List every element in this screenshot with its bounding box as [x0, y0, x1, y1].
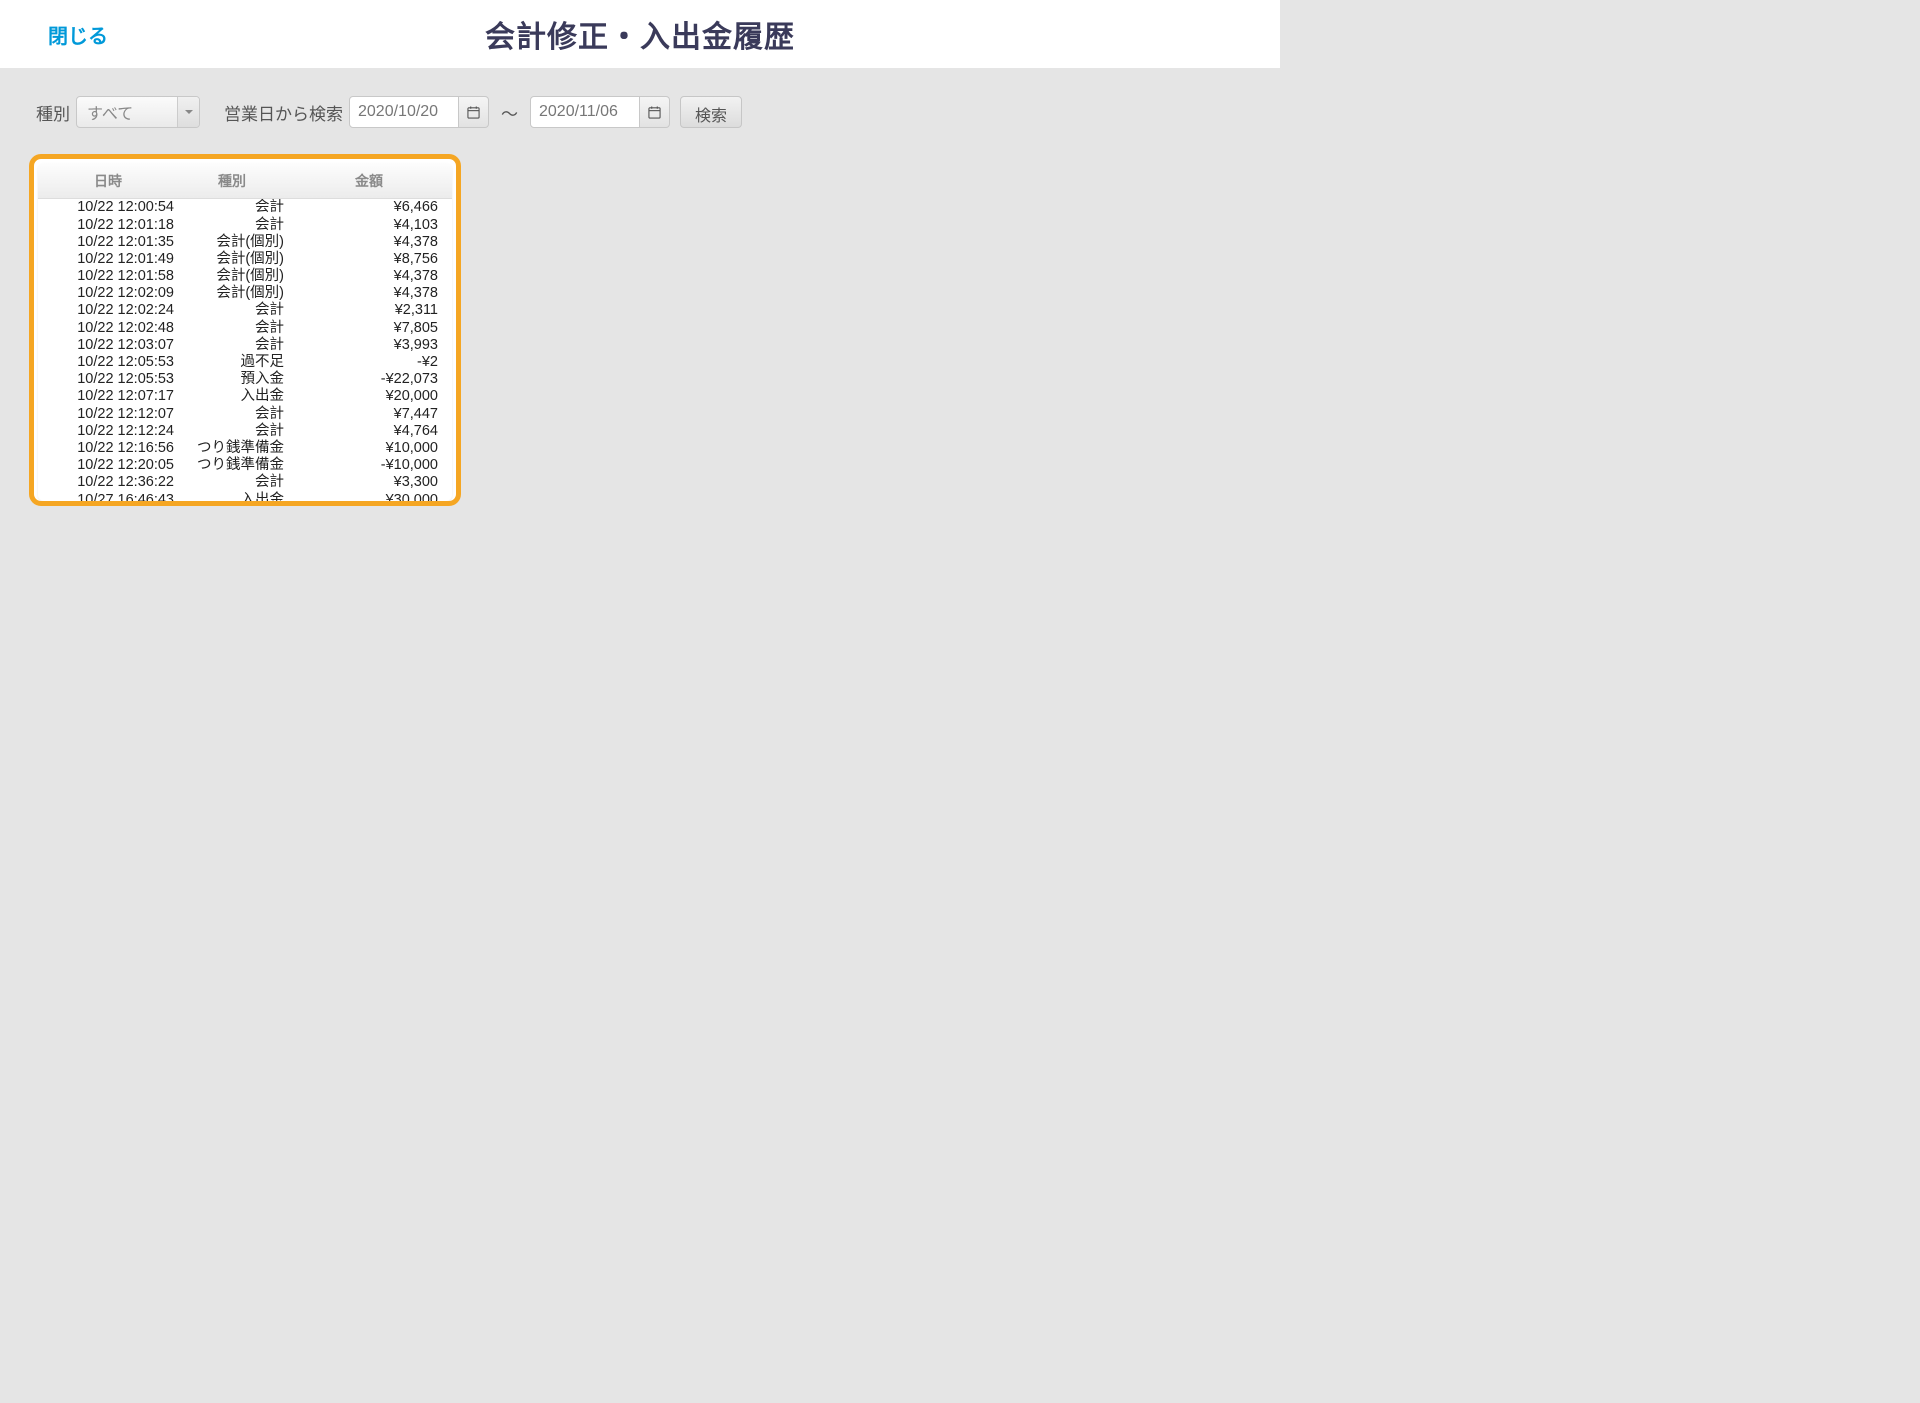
header-type: 種別: [178, 171, 286, 191]
cell-type: 会計(個別): [178, 235, 290, 250]
cell-amount: -¥10,000: [290, 458, 452, 473]
cell-amount: ¥4,764: [290, 424, 452, 439]
cell-type: つり銭準備金: [178, 441, 290, 456]
cell-amount: ¥30,000: [290, 493, 452, 501]
date-from-picker-button[interactable]: [459, 96, 489, 128]
cell-amount: ¥6,466: [290, 200, 452, 215]
table-row[interactable]: 10/22 12:03:07会計¥3,993: [38, 337, 452, 354]
highlighted-table-panel: 日時 種別 金額 10/22 12:00:54会計¥6,46610/22 12:…: [29, 154, 461, 506]
table-row[interactable]: 10/22 12:02:09会計(個別)¥4,378: [38, 285, 452, 302]
cell-type: 入出金: [178, 493, 290, 501]
cell-type: 会計: [178, 321, 290, 336]
cell-amount: ¥4,103: [290, 218, 452, 233]
date-search-label: 営業日から検索: [224, 100, 343, 125]
cell-datetime: 10/27 16:46:43: [38, 493, 178, 501]
table-row[interactable]: 10/22 12:00:54会計¥6,466: [38, 199, 452, 216]
type-select[interactable]: すべて: [76, 96, 200, 128]
cell-amount: ¥10,000: [290, 441, 452, 456]
table-row[interactable]: 10/27 16:46:43入出金¥30,000: [38, 491, 452, 501]
cell-datetime: 10/22 12:05:53: [38, 372, 178, 387]
cell-datetime: 10/22 12:00:54: [38, 200, 178, 215]
table-row[interactable]: 10/22 12:05:53預入金-¥22,073: [38, 371, 452, 388]
cell-datetime: 10/22 12:01:35: [38, 235, 178, 250]
cell-type: 入出金: [178, 389, 290, 404]
table-row[interactable]: 10/22 12:16:56つり銭準備金¥10,000: [38, 440, 452, 457]
cell-type: 会計(個別): [178, 269, 290, 284]
page-title: 会計修正・入出金履歴: [12, 12, 1268, 56]
cell-type: 会計: [178, 338, 290, 353]
cell-datetime: 10/22 12:20:05: [38, 458, 178, 473]
date-to-group: 2020/11/06: [530, 96, 670, 128]
cell-amount: ¥4,378: [290, 235, 452, 250]
cell-type: つり銭準備金: [178, 458, 290, 473]
cell-amount: ¥3,993: [290, 338, 452, 353]
cell-amount: ¥3,300: [290, 475, 452, 490]
search-button[interactable]: 検索: [680, 96, 742, 128]
cell-type: 会計: [178, 424, 290, 439]
date-to-input[interactable]: 2020/11/06: [530, 96, 640, 128]
cell-datetime: 10/22 12:12:24: [38, 424, 178, 439]
cell-amount: ¥4,378: [290, 269, 452, 284]
cell-type: 会計(個別): [178, 286, 290, 301]
table-body: 10/22 12:00:54会計¥6,46610/22 12:01:18会計¥4…: [38, 199, 452, 501]
calendar-icon: [648, 106, 661, 119]
close-button[interactable]: 閉じる: [48, 20, 108, 49]
cell-datetime: 10/22 12:12:07: [38, 407, 178, 422]
calendar-icon: [467, 106, 480, 119]
table-row[interactable]: 10/22 12:05:53過不足-¥2: [38, 354, 452, 371]
cell-datetime: 10/22 12:01:18: [38, 218, 178, 233]
date-to-picker-button[interactable]: [640, 96, 670, 128]
cell-type: 会計: [178, 303, 290, 318]
cell-datetime: 10/22 12:36:22: [38, 475, 178, 490]
header-datetime: 日時: [38, 171, 178, 191]
header: 閉じる 会計修正・入出金履歴: [0, 0, 1280, 68]
cell-amount: ¥20,000: [290, 389, 452, 404]
cell-type: 会計: [178, 407, 290, 422]
type-label: 種別: [36, 100, 70, 125]
cell-type: 会計: [178, 475, 290, 490]
cell-type: 会計(個別): [178, 252, 290, 267]
table-row[interactable]: 10/22 12:36:22会計¥3,300: [38, 474, 452, 491]
cell-type: 預入金: [178, 372, 290, 387]
header-amount: 金額: [286, 171, 452, 191]
table-row[interactable]: 10/22 12:01:35会計(個別)¥4,378: [38, 233, 452, 250]
filter-bar: 種別 すべて 営業日から検索 2020/10/20 〜 2020/11/06 検…: [0, 68, 1280, 140]
cell-datetime: 10/22 12:02:09: [38, 286, 178, 301]
cell-type: 会計: [178, 200, 290, 215]
table-row[interactable]: 10/22 12:02:24会計¥2,311: [38, 302, 452, 319]
cell-amount: ¥8,756: [290, 252, 452, 267]
cell-type: 会計: [178, 218, 290, 233]
cell-type: 過不足: [178, 355, 290, 370]
cell-datetime: 10/22 12:05:53: [38, 355, 178, 370]
table-row[interactable]: 10/22 12:01:58会計(個別)¥4,378: [38, 268, 452, 285]
cell-amount: -¥2: [290, 355, 452, 370]
chevron-down-icon: [177, 97, 199, 127]
cell-datetime: 10/22 12:01:58: [38, 269, 178, 284]
cell-datetime: 10/22 12:16:56: [38, 441, 178, 456]
cell-amount: ¥7,447: [290, 407, 452, 422]
table-header: 日時 種別 金額: [38, 163, 452, 199]
table-row[interactable]: 10/22 12:12:07会計¥7,447: [38, 405, 452, 422]
cell-amount: ¥7,805: [290, 321, 452, 336]
table-row[interactable]: 10/22 12:20:05つり銭準備金-¥10,000: [38, 457, 452, 474]
cell-amount: ¥2,311: [290, 303, 452, 318]
table-row[interactable]: 10/22 12:12:24会計¥4,764: [38, 422, 452, 439]
table-row[interactable]: 10/22 12:02:48会計¥7,805: [38, 319, 452, 336]
cell-datetime: 10/22 12:07:17: [38, 389, 178, 404]
date-from-group: 2020/10/20: [349, 96, 489, 128]
cell-amount: ¥4,378: [290, 286, 452, 301]
cell-datetime: 10/22 12:01:49: [38, 252, 178, 267]
table-row[interactable]: 10/22 12:01:49会計(個別)¥8,756: [38, 251, 452, 268]
cell-datetime: 10/22 12:02:24: [38, 303, 178, 318]
date-separator: 〜: [501, 100, 518, 125]
history-table: 日時 種別 金額 10/22 12:00:54会計¥6,46610/22 12:…: [38, 163, 452, 501]
table-row[interactable]: 10/22 12:07:17入出金¥20,000: [38, 388, 452, 405]
cell-amount: -¥22,073: [290, 372, 452, 387]
cell-datetime: 10/22 12:02:48: [38, 321, 178, 336]
cell-datetime: 10/22 12:03:07: [38, 338, 178, 353]
table-row[interactable]: 10/22 12:01:18会計¥4,103: [38, 216, 452, 233]
date-from-input[interactable]: 2020/10/20: [349, 96, 459, 128]
